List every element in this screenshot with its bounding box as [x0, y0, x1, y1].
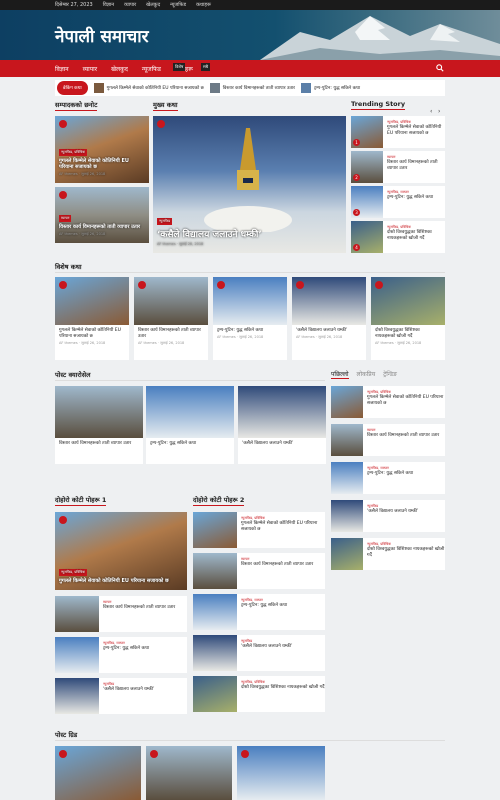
- section-title-double-2: दोहोरो कोटी पोहरू 2: [193, 496, 245, 506]
- trending-item[interactable]: न्यूजफिड, प्रविधिक दोस्रो विश्वयुद्धका वि…: [351, 221, 445, 253]
- double-2-item[interactable]: न्यूजफिड ‘कसैले विद्यालय जलाउने धम्की’: [193, 635, 325, 671]
- search-icon[interactable]: [436, 64, 444, 72]
- grid-image[interactable]: [146, 746, 232, 800]
- editor-pick-image-2[interactable]: व्यापार विस्तार कार्य विमानहरूको ताती व्य…: [55, 187, 149, 243]
- double-2-item[interactable]: व्यापार विस्तार कार्य विमानहरूको ताती व्य…: [193, 553, 325, 589]
- camera-icon: [59, 191, 67, 199]
- top-link-2[interactable]: खेलकुद: [146, 2, 160, 8]
- nav-badge-all[interactable]: सबै: [201, 63, 210, 71]
- special-card[interactable]: ‘कसैले विद्यालय जलाउने धम्की’ AF themes ·…: [292, 277, 366, 360]
- ticker-item[interactable]: विस्तार कार्य विमानहरूको ताती व्यापार उत…: [209, 83, 295, 93]
- tab-latest[interactable]: पछिल्लो: [331, 370, 349, 379]
- tab-trending[interactable]: ट्रेन्डिङ: [383, 370, 397, 379]
- double-1-item[interactable]: न्यूजफिड, व्यापार ट्रम्प-पुटिन: युद्ध सकि…: [55, 637, 187, 673]
- mountain-banner: [260, 16, 500, 60]
- side-list-item[interactable]: व्यापार विस्तार कार्य विमानहरूको ताती व्य…: [331, 424, 445, 456]
- top-link-4[interactable]: कथाहरू: [196, 2, 211, 8]
- breaking-ticker: ब्रेकिंग कथा गुगलले किम्मेले सेवाको कोति…: [55, 80, 445, 96]
- main-nav: विज्ञान व्यापार खेलकुद न्यूजफिड कथाहरू व…: [0, 60, 500, 77]
- carousel-card[interactable]: ट्रम्प-पुटिन: युद्ध सकिने कथा: [146, 386, 234, 464]
- side-list-item[interactable]: न्यूजफिड, प्रविधिक दोस्रो विश्वयुद्धका वि…: [331, 538, 445, 570]
- ticker-label: ब्रेकिंग कथा: [57, 81, 88, 95]
- double-2-item[interactable]: न्यूजफिड, प्रविधिक दोस्रो विश्वयुद्धका वि…: [193, 676, 325, 712]
- nav-item-sports[interactable]: खेलकुद: [111, 65, 128, 73]
- top-link-3[interactable]: न्यूजफिड: [170, 2, 186, 8]
- special-card[interactable]: विस्तार कार्य विमानहरूको ताती व्यापार उत…: [134, 277, 208, 360]
- nav-item-newsfeed[interactable]: न्यूजफिड: [142, 65, 161, 73]
- chevron-left-icon[interactable]: ‹: [430, 108, 432, 115]
- main-story-image[interactable]: न्यूजफिड ‘कसैले विद्यालय जलाउने धम्की’ AF …: [153, 116, 346, 253]
- grid-image[interactable]: [237, 746, 325, 800]
- camera-icon: [157, 120, 165, 128]
- chevron-right-icon[interactable]: ›: [438, 108, 440, 115]
- site-title[interactable]: नेपाली समाचार: [55, 24, 149, 47]
- side-list-item[interactable]: न्यूजफिड, प्रविधिक गुगलले किम्मेले सेवाको…: [331, 386, 445, 418]
- tab-popular[interactable]: लोकप्रिय: [357, 370, 376, 379]
- special-card[interactable]: दोस्रो विश्वयुद्धका विशिष्टका नायकहरूको …: [371, 277, 445, 360]
- side-list-item[interactable]: न्यूजफिड, व्यापार ट्रम्प-पुटिन: युद्ध सकि…: [331, 462, 445, 494]
- trending-item[interactable]: न्यूजफिड, व्यापार ट्रम्प-पुटिन: युद्ध सकि…: [351, 186, 445, 218]
- special-card[interactable]: गुगलले किम्मेले सेवाको कोतिनियी EU परिया…: [55, 277, 129, 360]
- section-title-double-1: दोहोरो कोटी पोहरू 1: [55, 496, 107, 506]
- camera-icon: [59, 120, 67, 128]
- top-link-1[interactable]: व्यापार: [124, 2, 136, 8]
- side-tabs: पछिल्लो लोकप्रिय ट्रेन्डिङ: [331, 370, 397, 379]
- trending-item[interactable]: व्यापार विस्तार कार्य विमानहरूको ताती व्य…: [351, 151, 445, 183]
- nav-badge[interactable]: विशेष: [173, 63, 186, 71]
- side-list-item[interactable]: न्यूजफिड ‘कसैले विद्यालय जलाउने धम्की’: [331, 500, 445, 532]
- special-card[interactable]: ट्रम्प-पुटिन: युद्ध सकिने कथा AF themes ·…: [213, 277, 287, 360]
- nav-item-science[interactable]: विज्ञान: [55, 65, 69, 73]
- double-1-item[interactable]: न्यूजफिड ‘कसैले विद्यालय जलाउने धम्की’: [55, 678, 187, 714]
- section-title-trending: Trending Story: [351, 100, 406, 110]
- top-date: दिसेम्बर 27, 2023: [55, 2, 93, 8]
- site-header: नेपाली समाचार: [0, 10, 500, 60]
- section-title-editor-picks: सम्पादकको छनोट: [55, 101, 98, 111]
- trending-item[interactable]: न्यूजफिड, प्रविधिक गुगलले किम्मेले सेवाको…: [351, 116, 445, 148]
- double-1-item[interactable]: व्यापार विस्तार कार्य विमानहरूको ताती व्य…: [55, 596, 187, 632]
- section-title-main-story: मुख्य कथा: [153, 101, 178, 111]
- top-bar: दिसेम्बर 27, 2023 विज्ञान व्यापार खेलकुद…: [0, 0, 500, 10]
- ticker-item[interactable]: ट्रम्प-पुटिन: युद्ध सकिने कथा: [301, 83, 360, 93]
- double-2-item[interactable]: न्यूजफिड, प्रविधिक गुगलले किम्मेले सेवाको…: [193, 512, 325, 548]
- top-link-0[interactable]: विज्ञान: [103, 2, 114, 8]
- editor-pick-image-1[interactable]: न्यूजफिड, प्रविधिक गुगलले किम्मेले सेवाको…: [55, 116, 149, 183]
- double-1-feature[interactable]: न्यूजफिड, प्रविधिक गुगलले किम्मेले सेवाको…: [55, 512, 187, 590]
- double-2-item[interactable]: न्यूजफिड, व्यापार ट्रम्प-पुटिन: युद्ध सकि…: [193, 594, 325, 630]
- camera-icon: [59, 516, 67, 524]
- carousel-card[interactable]: विस्तार कार्य विमानहरूको ताती व्यापार उत…: [55, 386, 143, 464]
- grid-image[interactable]: [55, 746, 141, 800]
- carousel-card[interactable]: ‘कसैले विद्यालय जलाउने धम्की’: [238, 386, 326, 464]
- nav-item-business[interactable]: व्यापार: [83, 65, 98, 73]
- ticker-item[interactable]: गुगलले किम्मेले सेवाको कोतिनियी EU परिया…: [93, 83, 204, 93]
